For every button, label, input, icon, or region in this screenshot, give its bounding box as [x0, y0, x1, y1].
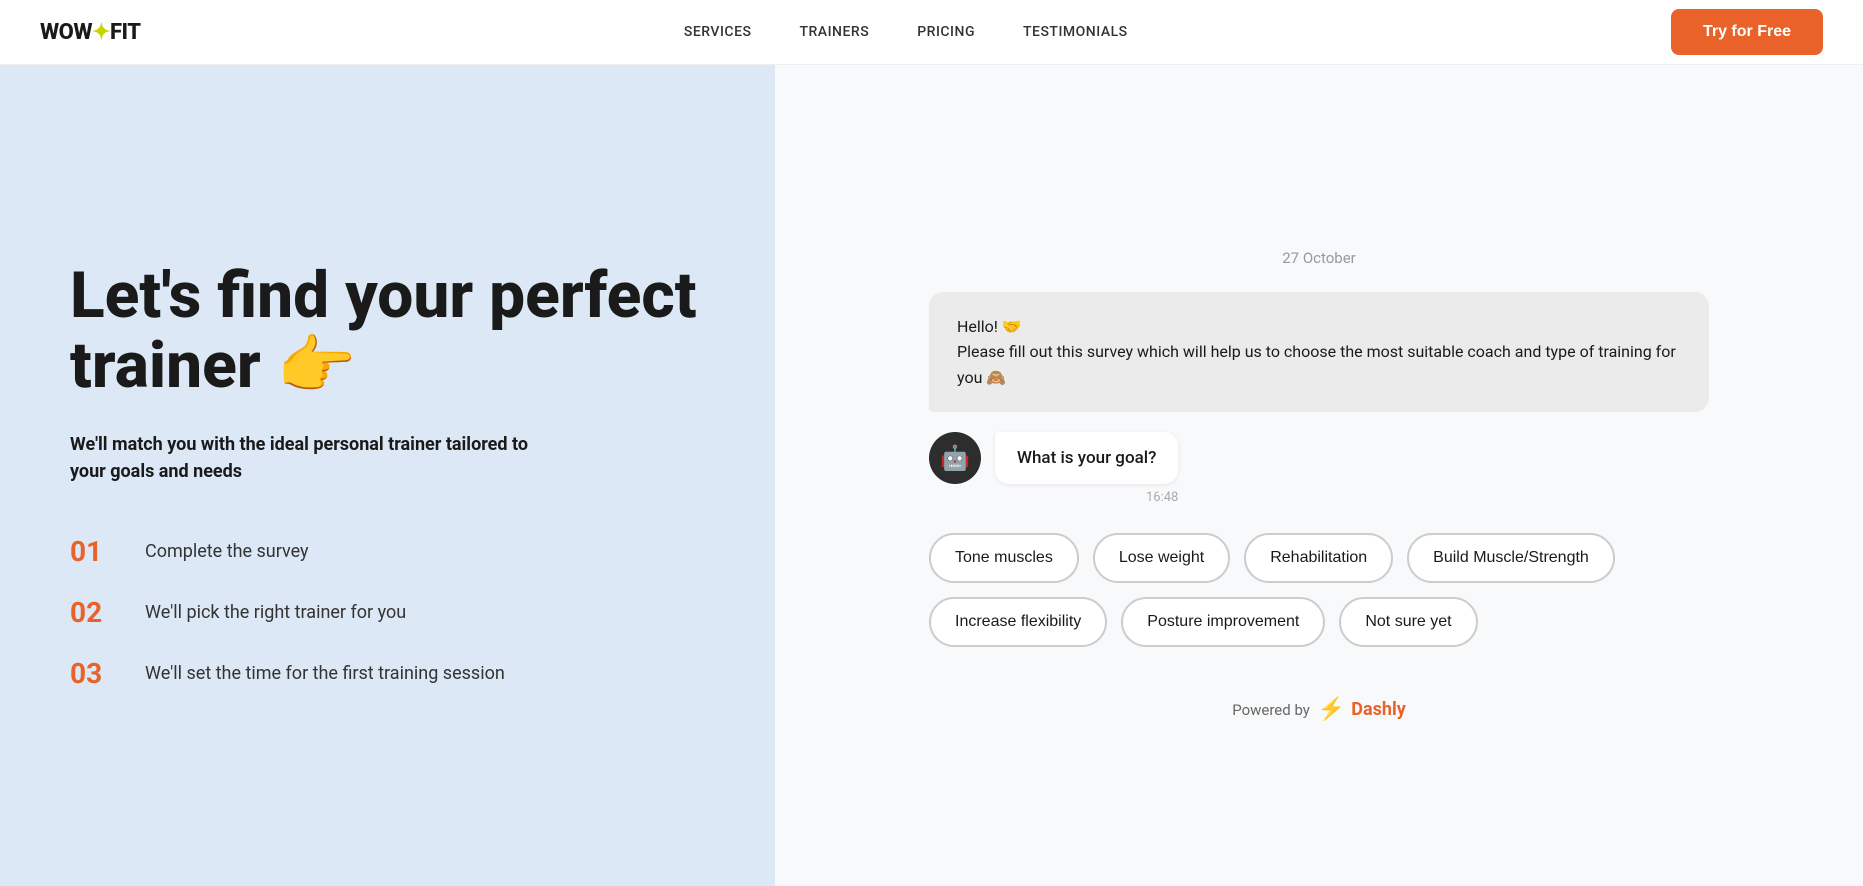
hero-title: Let's find your perfect trainer 👉: [70, 261, 705, 402]
option-lose-weight[interactable]: Lose weight: [1093, 533, 1230, 583]
chat-container: 27 October Hello! 🤝 Please fill out this…: [929, 249, 1709, 723]
option-tone-muscles[interactable]: Tone muscles: [929, 533, 1079, 583]
step-1-text: Complete the survey: [145, 541, 309, 562]
dashly-logo: ⚡ Dashly: [1318, 697, 1406, 722]
goal-options: Tone muscles Lose weight Rehabilitation …: [929, 533, 1709, 647]
step-2-num: 02: [70, 596, 125, 629]
right-panel: 27 October Hello! 🤝 Please fill out this…: [775, 65, 1863, 886]
main-nav: SERVICES TRAINERS PRICING TESTIMONIALS: [684, 24, 1128, 40]
step-3: 03 We'll set the time for the first trai…: [70, 657, 705, 690]
nav-testimonials[interactable]: TESTIMONIALS: [1023, 24, 1128, 40]
steps-list: 01 Complete the survey 02 We'll pick the…: [70, 535, 705, 690]
dashly-brand-name: Dashly: [1351, 699, 1405, 720]
logo-dot: ✦: [92, 20, 110, 45]
nav-trainers[interactable]: TRAINERS: [799, 24, 869, 40]
chat-greeting-bubble: Hello! 🤝 Please fill out this survey whi…: [929, 292, 1709, 413]
nav-services[interactable]: SERVICES: [684, 24, 752, 40]
chat-question-row: 🤖 What is your goal? 16:48: [929, 432, 1709, 505]
header: WOW✦FIT SERVICES TRAINERS PRICING TESTIM…: [0, 0, 1863, 65]
nav-pricing[interactable]: PRICING: [917, 24, 975, 40]
option-rehabilitation[interactable]: Rehabilitation: [1244, 533, 1393, 583]
step-3-num: 03: [70, 657, 125, 690]
chat-question-text: What is your goal?: [995, 432, 1178, 484]
dashly-icon: ⚡: [1318, 697, 1345, 722]
logo-wow: WOW: [40, 20, 92, 45]
step-3-text: We'll set the time for the first trainin…: [145, 663, 505, 684]
option-increase-flexibility[interactable]: Increase flexibility: [929, 597, 1107, 647]
hero-subtitle: We'll match you with the ideal personal …: [70, 431, 550, 485]
logo-fit: FIT: [110, 20, 141, 45]
chat-time: 16:48: [995, 490, 1178, 505]
option-not-sure[interactable]: Not sure yet: [1339, 597, 1477, 647]
powered-by: Powered by ⚡ Dashly: [929, 697, 1709, 722]
chat-date: 27 October: [929, 249, 1709, 267]
step-1: 01 Complete the survey: [70, 535, 705, 568]
step-2-text: We'll pick the right trainer for you: [145, 602, 406, 623]
logo: WOW✦FIT: [40, 20, 141, 45]
step-2: 02 We'll pick the right trainer for you: [70, 596, 705, 629]
chat-question-block: What is your goal? 16:48: [995, 432, 1178, 505]
try-free-button[interactable]: Try for Free: [1671, 9, 1823, 55]
bot-avatar: 🤖: [929, 432, 981, 484]
left-panel: Let's find your perfect trainer 👉 We'll …: [0, 65, 775, 886]
option-build-muscle[interactable]: Build Muscle/Strength: [1407, 533, 1615, 583]
option-posture-improvement[interactable]: Posture improvement: [1121, 597, 1325, 647]
powered-by-label: Powered by: [1232, 701, 1310, 719]
step-1-num: 01: [70, 535, 125, 568]
main-content: Let's find your perfect trainer 👉 We'll …: [0, 0, 1863, 886]
